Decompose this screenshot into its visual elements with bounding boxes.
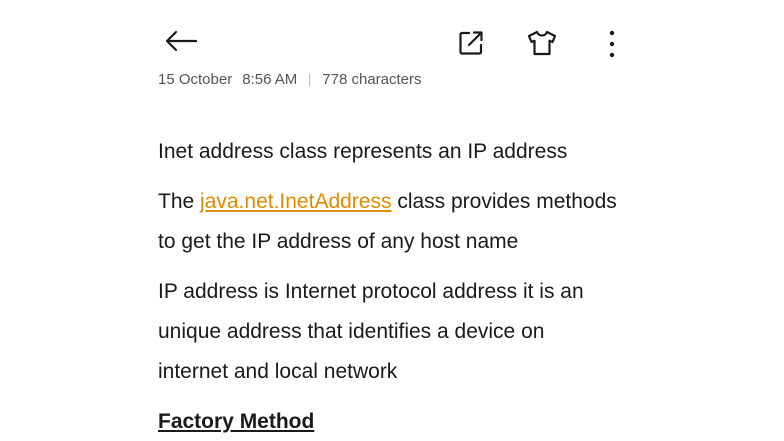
theme-button[interactable] [524, 27, 560, 59]
more-options-button[interactable] [600, 27, 624, 61]
note-paragraph-1: Inet address class represents an IP addr… [158, 140, 568, 163]
paragraph-2-prefix: The [158, 190, 201, 213]
share-button[interactable] [455, 27, 487, 59]
note-body[interactable]: Inet address class represents an IP addr… [158, 132, 638, 441]
paragraph-3-line-3: internet and local network [158, 360, 398, 383]
paragraph-3-line-1: IP address is Internet protocol address … [158, 280, 584, 303]
note-meta: 15 October 8:56 AM 778 characters [158, 70, 422, 88]
note-paragraph-3: IP address is Internet protocol address … [158, 272, 638, 392]
paragraph-3-line-2: unique address that identifies a device … [158, 320, 545, 343]
paragraph-2-line-2: to get the IP address of any host name [158, 230, 519, 253]
tshirt-theme-icon [527, 30, 557, 56]
note-time: 8:56 AM [242, 71, 298, 88]
meta-divider [309, 73, 311, 86]
back-button[interactable] [163, 26, 199, 56]
paragraph-2-rest: class provides methods [391, 190, 617, 213]
note-paragraph-2: The java.net.InetAddress class provides … [158, 182, 638, 262]
note-viewer: 15 October 8:56 AM 778 characters Inet a… [0, 0, 784, 441]
external-share-icon [459, 31, 483, 55]
char-count: 778 characters [322, 71, 422, 88]
inetaddress-link[interactable]: java.net.InetAddress [200, 190, 391, 213]
factory-method-heading: Factory Method [158, 410, 315, 433]
note-date: 15 October [158, 71, 233, 88]
arrow-left-icon [165, 30, 198, 52]
more-vertical-icon [609, 30, 615, 58]
